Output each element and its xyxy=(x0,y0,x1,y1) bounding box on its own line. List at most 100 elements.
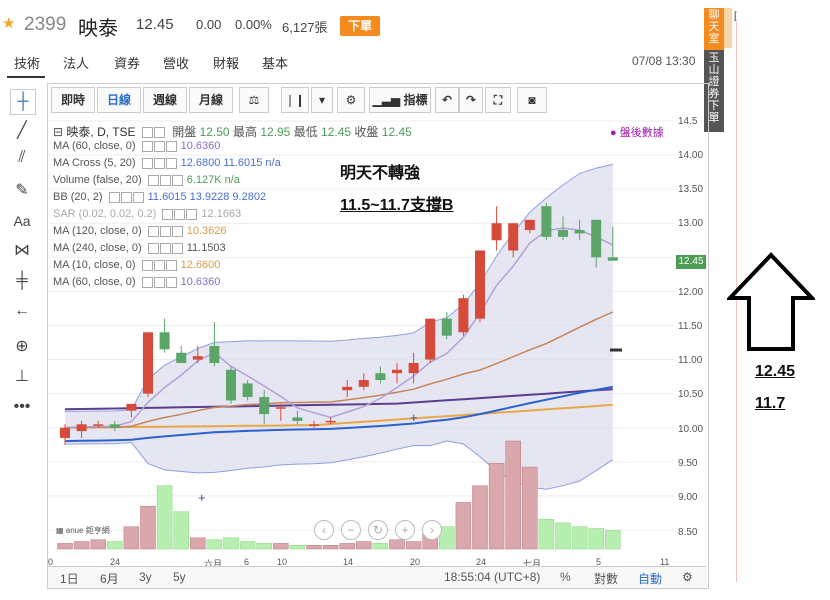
scroll-right-icon[interactable]: › xyxy=(422,520,442,540)
more-icon[interactable]: ••• xyxy=(10,395,34,419)
compare-scale-icon[interactable]: ⚖ xyxy=(239,87,269,113)
redo-icon[interactable]: ↷ xyxy=(459,87,483,113)
low-value: 12.45 xyxy=(321,125,352,139)
volume-bar xyxy=(190,537,206,550)
reset-icon[interactable]: ↻ xyxy=(368,520,388,540)
range-6m-button[interactable]: 6月 xyxy=(100,570,119,587)
legend-controls[interactable] xyxy=(141,125,166,139)
volume-bar xyxy=(339,543,355,550)
candle-body xyxy=(275,407,286,409)
indicator-row[interactable]: MA (240, close, 0) 11.1503 xyxy=(53,242,226,254)
volume-bar xyxy=(123,526,140,550)
side-annotation: 11.7 xyxy=(755,395,786,412)
clock-time: 18:55:04 (UTC+8) xyxy=(444,570,541,584)
sar-plus-marker: + xyxy=(410,410,418,425)
scroll-left-icon[interactable]: ‹ xyxy=(314,520,334,540)
chart-toolbar: 即時 日線 週線 月線 ⚖ ❘❙ ▾ ⚙ ▁▃▅ 指標 ↶ ↷ ⛶ ◙ xyxy=(51,87,555,113)
volume-bar xyxy=(505,440,521,550)
settings-gear-icon[interactable]: ⚙ xyxy=(682,570,693,584)
indicator-row[interactable]: MA (60, close, 0) 10.6360 xyxy=(53,140,220,152)
last-price-tag: 12.45 xyxy=(676,255,706,269)
annotation-text: 11.5~11.7支撐B xyxy=(340,197,454,214)
annotation-text: 明天不轉強 xyxy=(340,165,421,182)
tab-institutional[interactable]: 法人 xyxy=(63,53,89,72)
crosshair-icon[interactable]: ┼ xyxy=(10,89,36,115)
percent-scale-button[interactable]: % xyxy=(560,570,571,584)
pattern-icon[interactable]: ⋈ xyxy=(10,239,34,263)
price-change-pct: 0.00% xyxy=(235,17,272,32)
range-5y-button[interactable]: 5y xyxy=(173,570,186,584)
measure-icon[interactable]: ╪ xyxy=(10,269,34,293)
zoom-in-icon[interactable]: + xyxy=(395,520,415,540)
tab-basic[interactable]: 基本 xyxy=(262,53,288,72)
candle-body xyxy=(607,257,618,261)
arrow-left-icon[interactable]: ← xyxy=(10,299,34,323)
candle-body xyxy=(143,332,153,394)
favorite-star-icon[interactable]: ★ xyxy=(2,14,15,32)
interval-monthly-button[interactable]: 月線 xyxy=(189,87,233,113)
volume-bar xyxy=(455,502,472,550)
volume-bar xyxy=(156,485,173,550)
tab-financials[interactable]: 財報 xyxy=(213,53,239,72)
indicator-row[interactable]: SAR (0.02, 0.02, 0.2) 12.1663 xyxy=(53,208,241,220)
brush-icon[interactable]: ✎ xyxy=(10,179,34,203)
chevron-down-icon[interactable]: ▾ xyxy=(311,87,333,113)
range-3y-button[interactable]: 3y xyxy=(139,570,152,584)
zoom-icon[interactable]: ⊕ xyxy=(10,335,34,359)
chat-room-button[interactable]: 聊天室 xyxy=(704,8,724,51)
candle-body xyxy=(591,219,602,258)
volume-bar xyxy=(555,522,571,550)
legend-header: ⊟ 映泰, D, TSE 開盤 12.50 最高 12.95 最低 12.45 … xyxy=(53,123,412,140)
stock-name: 映泰 xyxy=(78,18,118,40)
log-scale-button[interactable]: 對數 xyxy=(594,570,618,587)
gear-icon[interactable]: ⚙ xyxy=(337,87,365,113)
candle-style-icon[interactable]: ❘❙ xyxy=(281,87,309,113)
trade-button[interactable]: 下單 xyxy=(340,16,380,36)
interval-weekly-button[interactable]: 週線 xyxy=(143,87,187,113)
camera-icon[interactable]: ◙ xyxy=(517,87,547,113)
volume-bar xyxy=(322,545,339,550)
undo-icon[interactable]: ↶ xyxy=(435,87,459,113)
zoom-out-icon[interactable]: − xyxy=(341,520,361,540)
text-tool-icon[interactable]: Aa xyxy=(10,209,34,233)
candle-body xyxy=(358,380,369,387)
range-1d-button[interactable]: 1日 xyxy=(60,570,79,587)
indicator-row[interactable]: MA (120, close, 0) 10.3626 xyxy=(53,225,226,237)
after-hours-link[interactable]: ● 盤後數據 xyxy=(610,124,664,140)
y-tick: 11.50 xyxy=(678,321,703,332)
volume-bar xyxy=(522,466,538,550)
auto-scale-button[interactable]: 自動 xyxy=(638,570,662,587)
active-tab-indicator xyxy=(7,76,45,78)
indicator-button[interactable]: ▁▃▅ 指標 xyxy=(369,87,431,113)
interval-realtime-button[interactable]: 即時 xyxy=(51,87,95,113)
indicator-row[interactable]: MA Cross (5, 20) 12.6800 11.6015 n/a xyxy=(53,157,281,169)
fullscreen-icon[interactable]: ⛶ xyxy=(485,87,511,113)
candle-body xyxy=(375,373,386,381)
volume-bar xyxy=(73,541,90,550)
fibonacci-icon[interactable]: ⫽ xyxy=(10,146,34,170)
tab-revenue[interactable]: 營收 xyxy=(163,53,189,72)
trendline-icon[interactable]: ╱ xyxy=(10,119,34,143)
candle-body xyxy=(126,403,137,411)
candle-body xyxy=(475,250,485,319)
open-value: 12.50 xyxy=(199,125,230,139)
side-corner-mark: [ xyxy=(734,11,737,22)
volume-bar xyxy=(605,530,621,550)
y-tick: 10.00 xyxy=(678,424,704,435)
candle-body xyxy=(325,420,336,423)
collapse-icon[interactable]: ⊟ xyxy=(53,125,63,139)
interval-daily-button[interactable]: 日線 xyxy=(97,87,141,113)
indicator-row[interactable]: BB (20, 2) 11.6015 13.9228 9.2802 xyxy=(53,191,266,203)
y-tick: 9.50 xyxy=(678,458,698,469)
tab-technical[interactable]: 技術 xyxy=(14,53,40,72)
tab-margin[interactable]: 資券 xyxy=(114,53,140,72)
candle-body xyxy=(93,424,104,426)
volume-bar xyxy=(538,518,555,550)
volume-bar xyxy=(356,541,372,550)
indicator-row[interactable]: Volume (false, 20) 6.127K n/a xyxy=(53,174,240,186)
candle-body xyxy=(109,424,120,428)
indicator-row[interactable]: MA (10, close, 0) 12.6600 xyxy=(53,259,220,271)
ruler-icon[interactable]: ⊥ xyxy=(10,365,34,389)
volume-bar xyxy=(140,505,156,550)
indicator-row[interactable]: MA (60, close, 0) 10.6360 xyxy=(53,276,220,288)
